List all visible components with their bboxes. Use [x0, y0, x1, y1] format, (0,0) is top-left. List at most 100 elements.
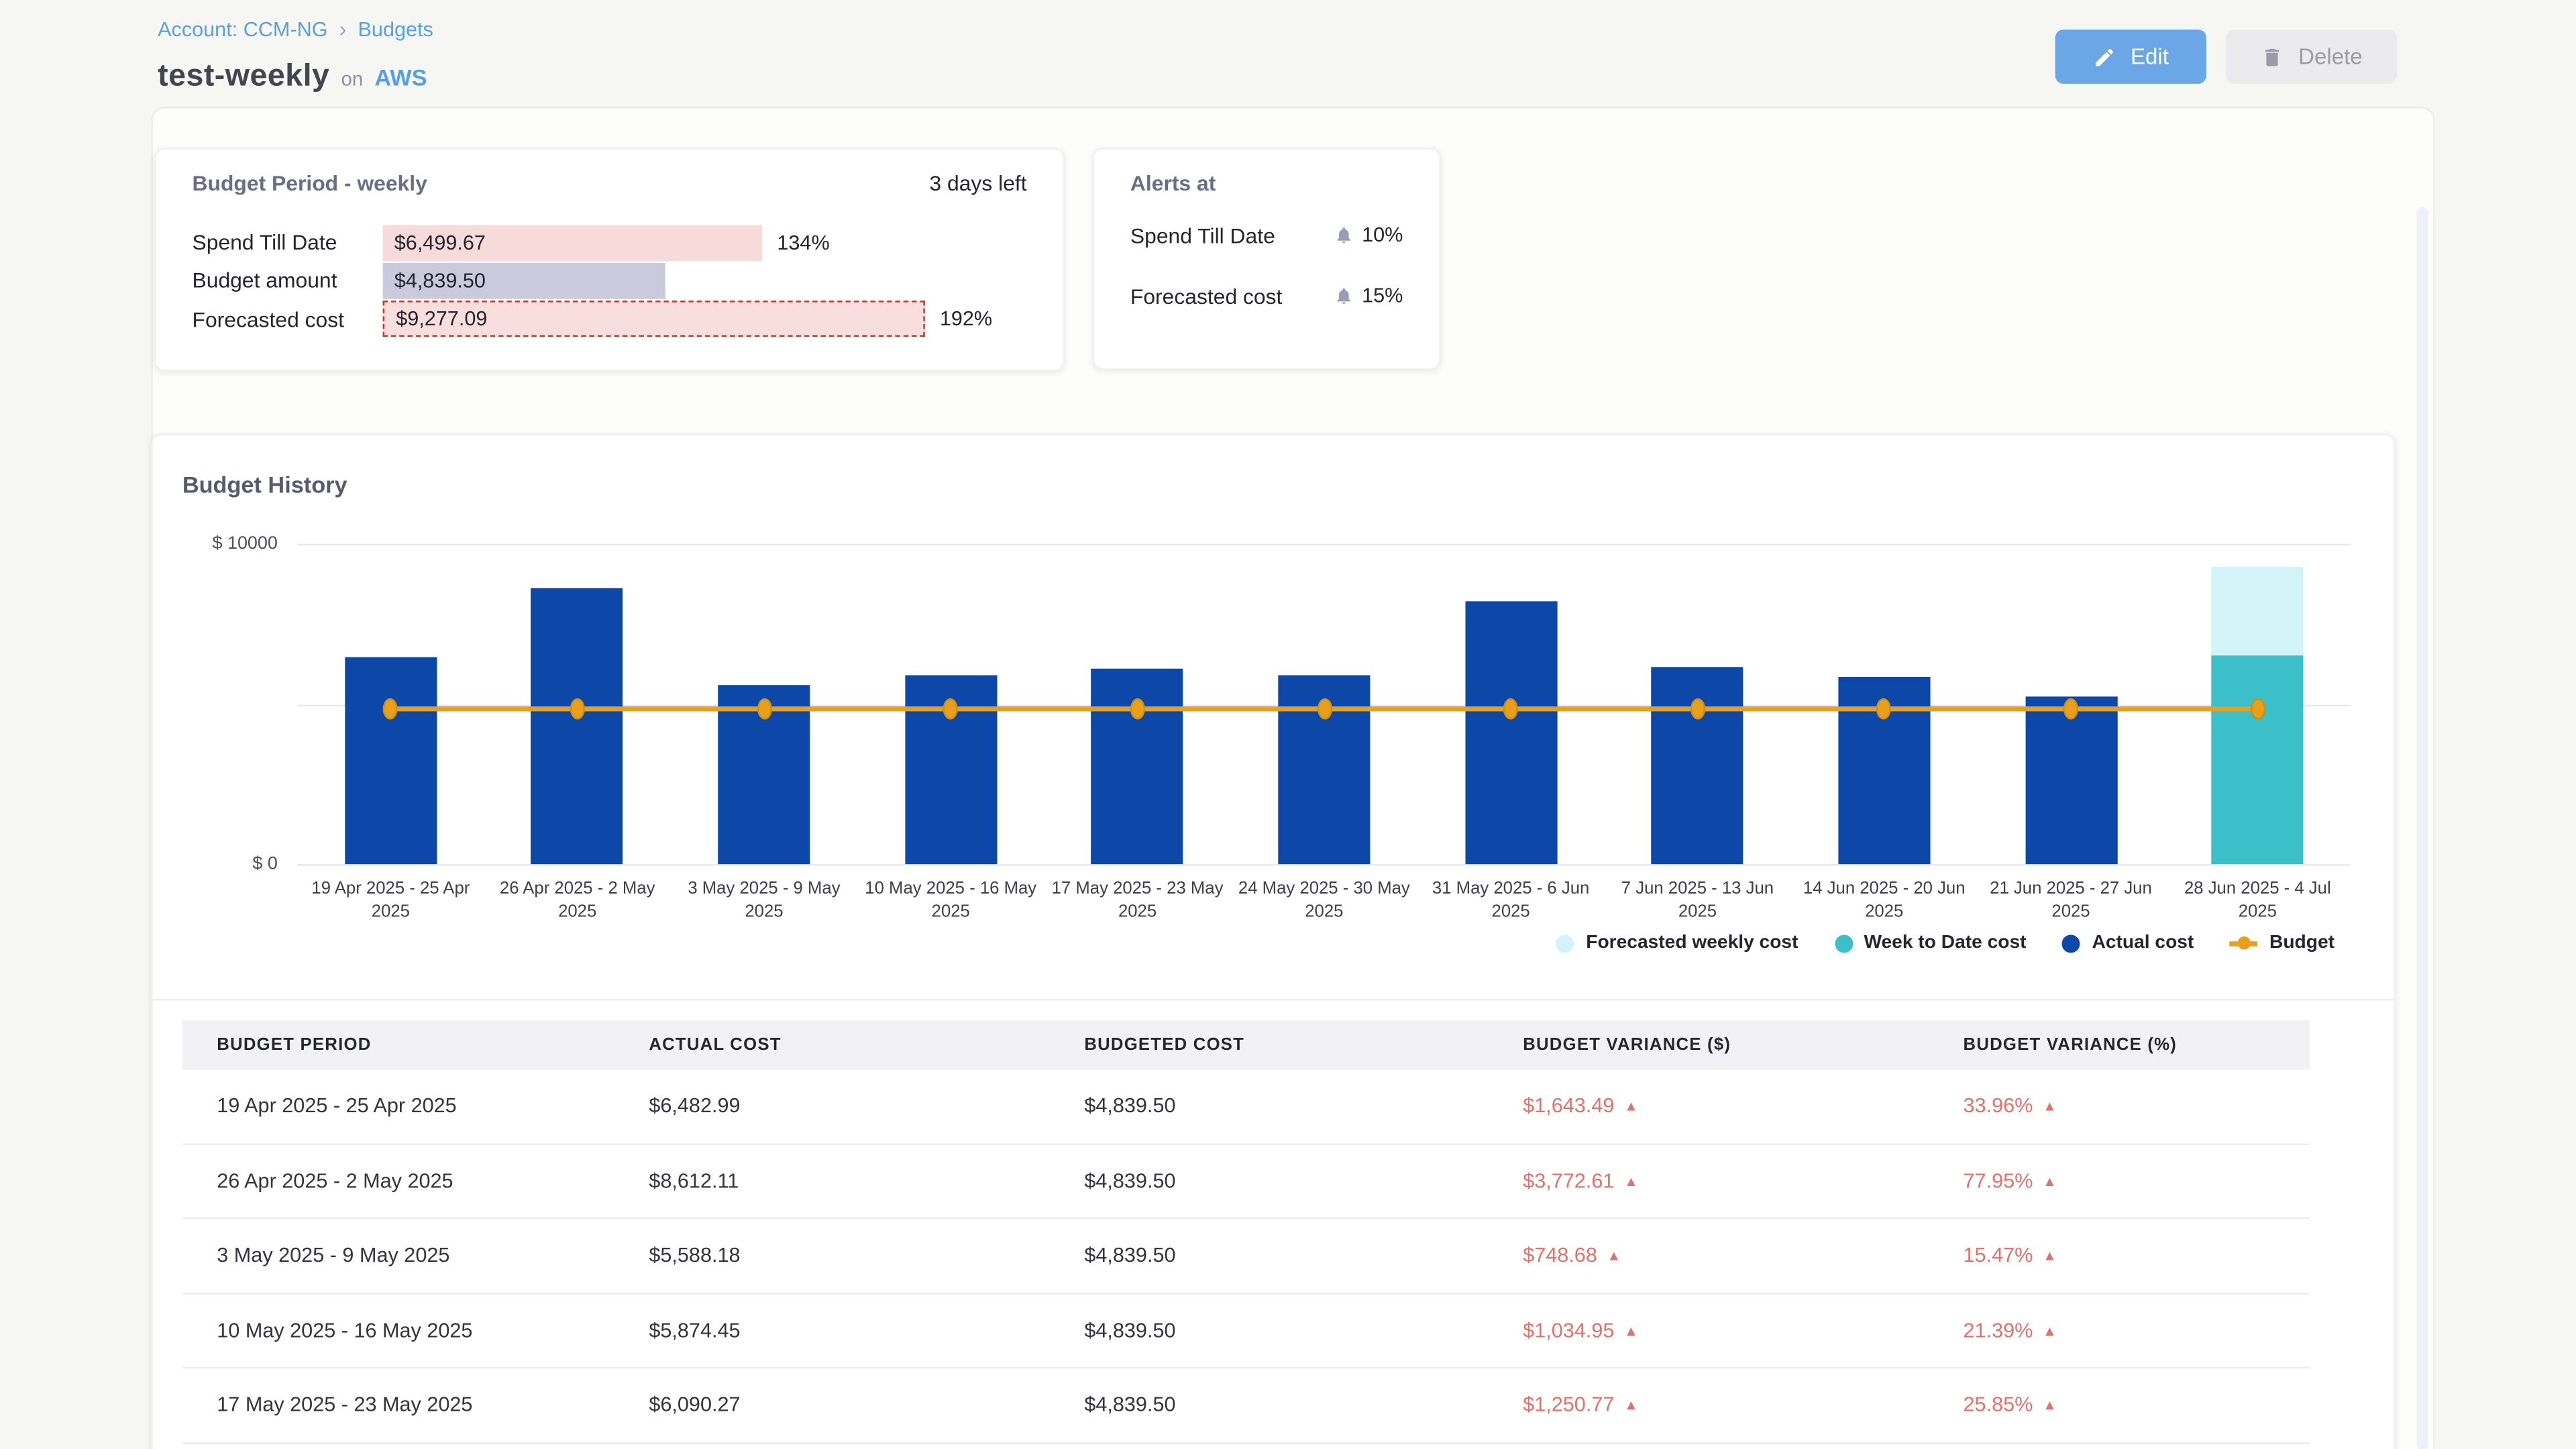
bell-icon	[1334, 286, 1353, 305]
actual-cost-bar[interactable]	[2025, 697, 2116, 864]
actual-cost-bar[interactable]	[1465, 602, 1557, 865]
panel-scrollbar[interactable]	[2416, 207, 2428, 1449]
table-header-row: BUDGET PERIODACTUAL COSTBUDGETED COSTBUD…	[182, 1020, 2310, 1069]
budget-bar: $4,839.50	[383, 262, 665, 299]
legend-line-dot	[2238, 936, 2251, 950]
spend-percent: 134%	[777, 223, 829, 262]
budget-period-row-budget: Budget amount $4,839.50	[156, 262, 1063, 300]
budget-history-title: Budget History	[182, 472, 347, 498]
cell-budget-period: 17 May 2025 - 23 May 2025	[182, 1393, 614, 1416]
x-axis-label: 10 May 2025 - 16 May 2025	[862, 879, 1039, 924]
cell-budget-variance-pct: 77.95%▲	[1929, 1169, 2310, 1192]
up-arrow-icon: ▲	[2043, 1098, 2057, 1114]
up-arrow-icon: ▲	[1624, 1397, 1638, 1413]
x-axis-label: 14 Jun 2025 - 20 Jun 2025	[1796, 879, 1973, 924]
legend-item-forecasted-weekly-cost[interactable]: Forecasted weekly cost	[1556, 933, 1798, 953]
alert-threshold: 10%	[1334, 215, 1403, 255]
legend-dot	[1556, 934, 1574, 952]
actual-cost-bar[interactable]	[1652, 667, 1743, 864]
budget-period-row-label: Spend Till Date	[193, 223, 337, 262]
table-row: 3 May 2025 - 9 May 2025$5,588.18$4,839.5…	[182, 1219, 2310, 1293]
table-header-cell: BUDGET PERIOD	[182, 1035, 614, 1055]
gridline-10000	[297, 544, 2351, 545]
table-header-cell: BUDGET VARIANCE ($)	[1489, 1035, 1929, 1055]
cell-actual-cost: $6,090.27	[614, 1393, 1050, 1416]
budget-period-title: Budget Period - weekly	[193, 171, 427, 196]
breadcrumb-account-link[interactable]: Account: CCM-NG	[158, 17, 327, 40]
cell-budget-variance-pct: 33.96%▲	[1929, 1095, 2310, 1118]
alert-row: Forecasted cost 15%	[1094, 276, 1439, 315]
delete-button[interactable]: Delete	[2226, 30, 2397, 84]
alert-threshold-value: 15%	[1362, 284, 1403, 307]
budget-period-row-spend: Spend Till Date $6,499.67 134%	[156, 223, 1063, 262]
cell-actual-cost: $6,482.99	[614, 1095, 1050, 1118]
table-row: 17 May 2025 - 23 May 2025$6,090.27$4,839…	[182, 1368, 2310, 1443]
cell-actual-cost: $5,588.18	[614, 1244, 1050, 1267]
x-axis-label: 31 May 2025 - 6 Jun 2025	[1422, 879, 1599, 924]
x-axis-label: 21 Jun 2025 - 27 Jun 2025	[1982, 879, 2159, 924]
alerts-card: Alerts at Spend Till Date 10% Forecasted c…	[1093, 148, 1441, 370]
trash-icon	[2261, 45, 2284, 68]
x-axis-label: 17 May 2025 - 23 May 2025	[1049, 879, 1226, 924]
up-arrow-icon: ▲	[2043, 1322, 2057, 1338]
alert-label: Spend Till Date	[1130, 215, 1275, 255]
table-header-cell: BUDGETED COST	[1050, 1035, 1489, 1055]
cell-budgeted-cost: $4,839.50	[1050, 1393, 1489, 1416]
up-arrow-icon: ▲	[1624, 1322, 1638, 1338]
breadcrumb-budgets-link[interactable]: Budgets	[358, 17, 433, 40]
budget-period-row-label: Forecasted cost	[193, 300, 345, 338]
cell-budgeted-cost: $4,839.50	[1050, 1319, 1489, 1342]
table-row: 26 Apr 2025 - 2 May 2025$8,612.11$4,839.…	[182, 1144, 2310, 1219]
budget-period-rows: Spend Till Date$6,499.67134%Budget amoun…	[156, 223, 1063, 338]
edit-button[interactable]: Edit	[2055, 30, 2206, 84]
legend-label: Week to Date cost	[1864, 933, 2026, 953]
budget-line-marker	[1130, 698, 1145, 720]
cell-budget-variance-usd: $1,250.77▲	[1489, 1393, 1929, 1416]
bell-icon	[1334, 225, 1353, 245]
actual-cost-bar[interactable]	[345, 657, 437, 865]
table-row: 19 Apr 2025 - 25 Apr 2025$6,482.99$4,839…	[182, 1069, 2310, 1144]
actual-cost-bar[interactable]	[531, 588, 623, 864]
page-title-row: test-weekly on AWS	[158, 59, 427, 95]
y-axis-tick: $ 10000	[195, 534, 277, 553]
budget-value: $4,839.50	[383, 269, 486, 292]
cell-budget-variance-pct: 25.85%▲	[1929, 1393, 2310, 1416]
provider-label: AWS	[374, 64, 427, 91]
cell-budget-variance-usd: $1,034.95▲	[1489, 1319, 1929, 1342]
budget-period-row-label: Budget amount	[193, 262, 337, 300]
budget-history-table: BUDGET PERIODACTUAL COSTBUDGETED COSTBUD…	[182, 1020, 2310, 1444]
x-axis-label: 19 Apr 2025 - 25 Apr 2025	[302, 879, 479, 924]
budget-period-card: Budget Period - weekly 3 days left Spend…	[154, 148, 1065, 371]
table-header-cell: BUDGET VARIANCE (%)	[1929, 1035, 2310, 1055]
up-arrow-icon: ▲	[1624, 1098, 1638, 1114]
cell-budget-variance-pct: 15.47%▲	[1929, 1244, 2310, 1267]
alert-row: Spend Till Date 10%	[1094, 215, 1439, 255]
legend-item-budget[interactable]: Budget	[2230, 933, 2334, 953]
table-header-cell: ACTUAL COST	[614, 1035, 1050, 1055]
legend-item-week-to-date-cost[interactable]: Week to Date cost	[1834, 933, 2026, 953]
pencil-icon	[2093, 45, 2116, 68]
forecast-bar: $9,277.09	[383, 301, 925, 337]
spend-bar: $6,499.67	[383, 224, 763, 261]
cell-budget-variance-pct: 21.39%▲	[1929, 1319, 2310, 1342]
legend-item-actual-cost[interactable]: Actual cost	[2062, 933, 2194, 953]
up-arrow-icon: ▲	[2043, 1247, 2057, 1263]
cell-budget-period: 19 Apr 2025 - 25 Apr 2025	[182, 1095, 614, 1118]
chart-legend: Forecasted weekly cost Week to Date cost A…	[1556, 933, 2334, 953]
table-row: 10 May 2025 - 16 May 2025$5,874.45$4,839…	[182, 1294, 2310, 1368]
week-to-date-cost-bar[interactable]	[2212, 656, 2304, 864]
days-left-label: 3 days left	[929, 171, 1026, 196]
table-body: 19 Apr 2025 - 25 Apr 2025$6,482.99 $4,839…	[182, 1069, 2310, 1443]
breadcrumb-separator-icon: ›	[339, 16, 347, 41]
budget-period-row-forecast: Forecasted cost$9,277.09192%	[156, 300, 1063, 338]
cell-budgeted-cost: $4,839.50	[1050, 1244, 1489, 1267]
cell-budget-period: 3 May 2025 - 9 May 2025	[182, 1244, 614, 1267]
page-title-on: on	[341, 67, 364, 90]
alert-label: Forecasted cost	[1130, 276, 1283, 315]
gridline-0	[297, 864, 2351, 865]
breadcrumb: Account: CCM-NG › Budgets	[158, 16, 433, 41]
legend-label: Budget	[2269, 933, 2334, 953]
legend-label: Forecasted weekly cost	[1586, 933, 1798, 953]
up-arrow-icon: ▲	[1607, 1247, 1621, 1263]
alerts-title: Alerts at	[1130, 171, 1216, 196]
